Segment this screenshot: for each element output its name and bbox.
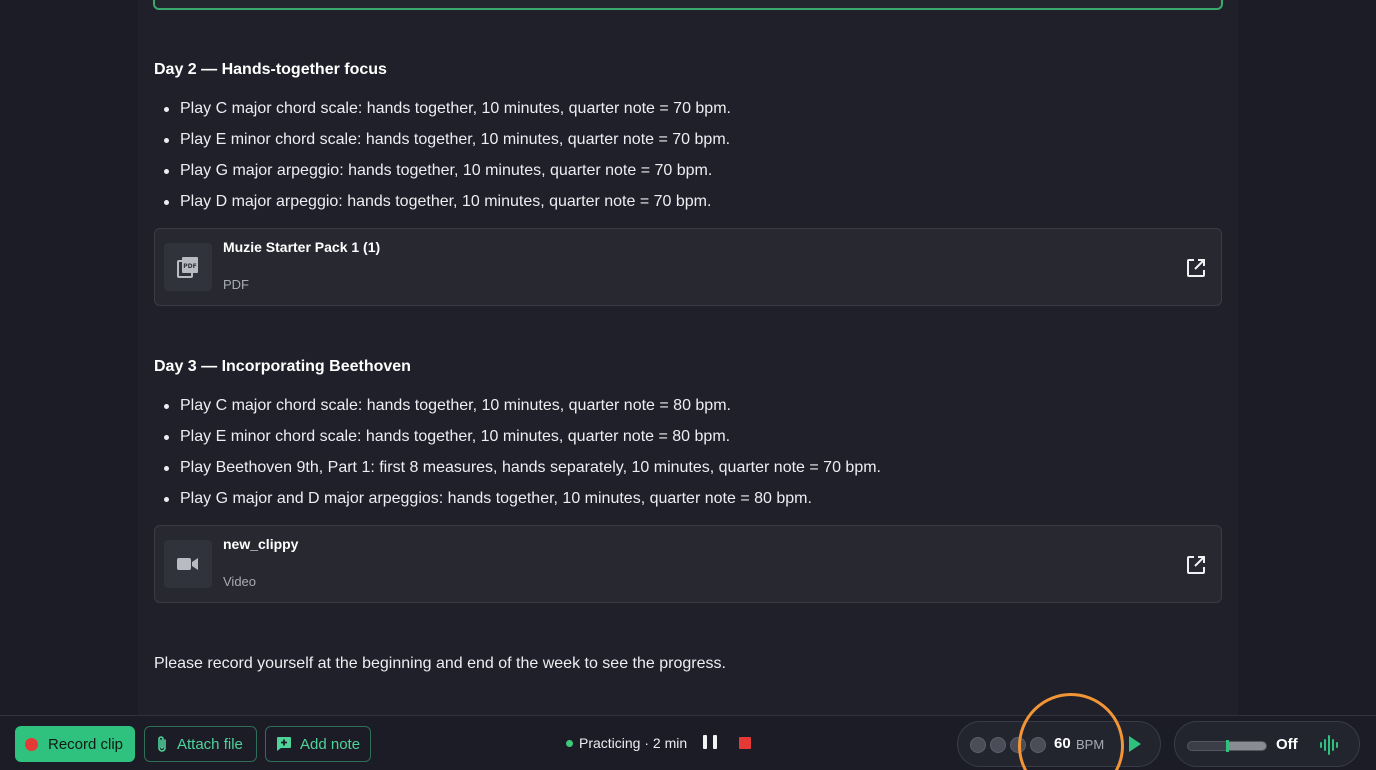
list-item: Play C major chord scale: hands together…	[154, 396, 881, 427]
list-item: Play D major arpeggio: hands together, 1…	[154, 192, 731, 223]
pause-icon[interactable]	[703, 735, 717, 751]
list-item: Play E minor chord scale: hands together…	[154, 427, 881, 458]
waveform-icon[interactable]	[1319, 734, 1341, 756]
attach-file-label: Attach file	[177, 735, 243, 753]
volume-slider[interactable]	[1187, 740, 1267, 752]
attachment-type: Video	[223, 574, 257, 589]
attachment-name: new_clippy	[223, 536, 299, 552]
svg-text:PDF: PDF	[183, 263, 196, 270]
practice-toolbar: Record clip Attach file Add note Practic…	[0, 715, 1376, 770]
list-item: Play G major and D major arpeggios: hand…	[154, 489, 881, 520]
day2-heading: Day 2 — Hands-together focus	[154, 61, 387, 78]
status-indicator-dot	[566, 739, 573, 747]
attachment-card-pdf[interactable]: PDF Muzie Starter Pack 1 (1) PDF	[154, 228, 1222, 306]
list-item: Play E minor chord scale: hands together…	[154, 130, 731, 161]
add-note-label: Add note	[300, 735, 361, 753]
beat-indicator	[970, 737, 986, 753]
beat-indicator	[1010, 737, 1026, 753]
closing-instruction: Please record yourself at the beginning …	[154, 655, 726, 672]
drone-control[interactable]: Off	[1174, 721, 1360, 767]
bpm-unit: BPM	[1076, 737, 1105, 752]
record-clip-label: Record clip	[48, 735, 124, 753]
list-item: Play C major chord scale: hands together…	[154, 99, 731, 130]
stop-icon[interactable]	[739, 737, 751, 749]
day3-heading: Day 3 — Incorporating Beethoven	[154, 358, 411, 375]
practice-status: Practicing · 2 min	[566, 735, 687, 751]
bpm-value[interactable]: 60	[1054, 735, 1071, 752]
day3-task-list: Play C major chord scale: hands together…	[154, 396, 881, 520]
attach-file-button[interactable]: Attach file	[144, 726, 257, 762]
list-item: Play G major arpeggio: hands together, 1…	[154, 161, 731, 192]
attachment-name: Muzie Starter Pack 1 (1)	[223, 239, 381, 255]
day2-task-list: Play C major chord scale: hands together…	[154, 99, 731, 223]
lesson-content: Day 2 — Hands-together focus Play C majo…	[138, 0, 1238, 715]
add-note-button[interactable]: Add note	[265, 726, 371, 762]
beat-indicator	[990, 737, 1006, 753]
record-dot-icon	[25, 737, 38, 751]
drone-status-label: Off	[1276, 736, 1298, 753]
pdf-icon: PDF	[164, 243, 212, 291]
paperclip-icon	[158, 736, 166, 752]
volume-slider-fill	[1226, 742, 1266, 750]
practice-status-text: Practicing · 2 min	[579, 735, 688, 751]
open-external-icon[interactable]	[1185, 554, 1207, 576]
record-clip-button[interactable]: Record clip	[15, 726, 135, 762]
list-item: Play Beethoven 9th, Part 1: first 8 meas…	[154, 458, 881, 489]
video-camera-icon	[164, 540, 212, 588]
volume-slider-handle[interactable]	[1226, 740, 1229, 752]
add-note-icon	[277, 737, 291, 751]
metronome-control[interactable]: 60 BPM	[957, 721, 1161, 767]
beat-indicator	[1030, 737, 1046, 753]
attachment-card-video[interactable]: new_clippy Video	[154, 525, 1222, 603]
open-external-icon[interactable]	[1185, 257, 1207, 279]
attachment-type: PDF	[223, 277, 249, 292]
previous-attachment-card[interactable]	[153, 0, 1223, 10]
play-icon[interactable]	[1129, 736, 1141, 752]
